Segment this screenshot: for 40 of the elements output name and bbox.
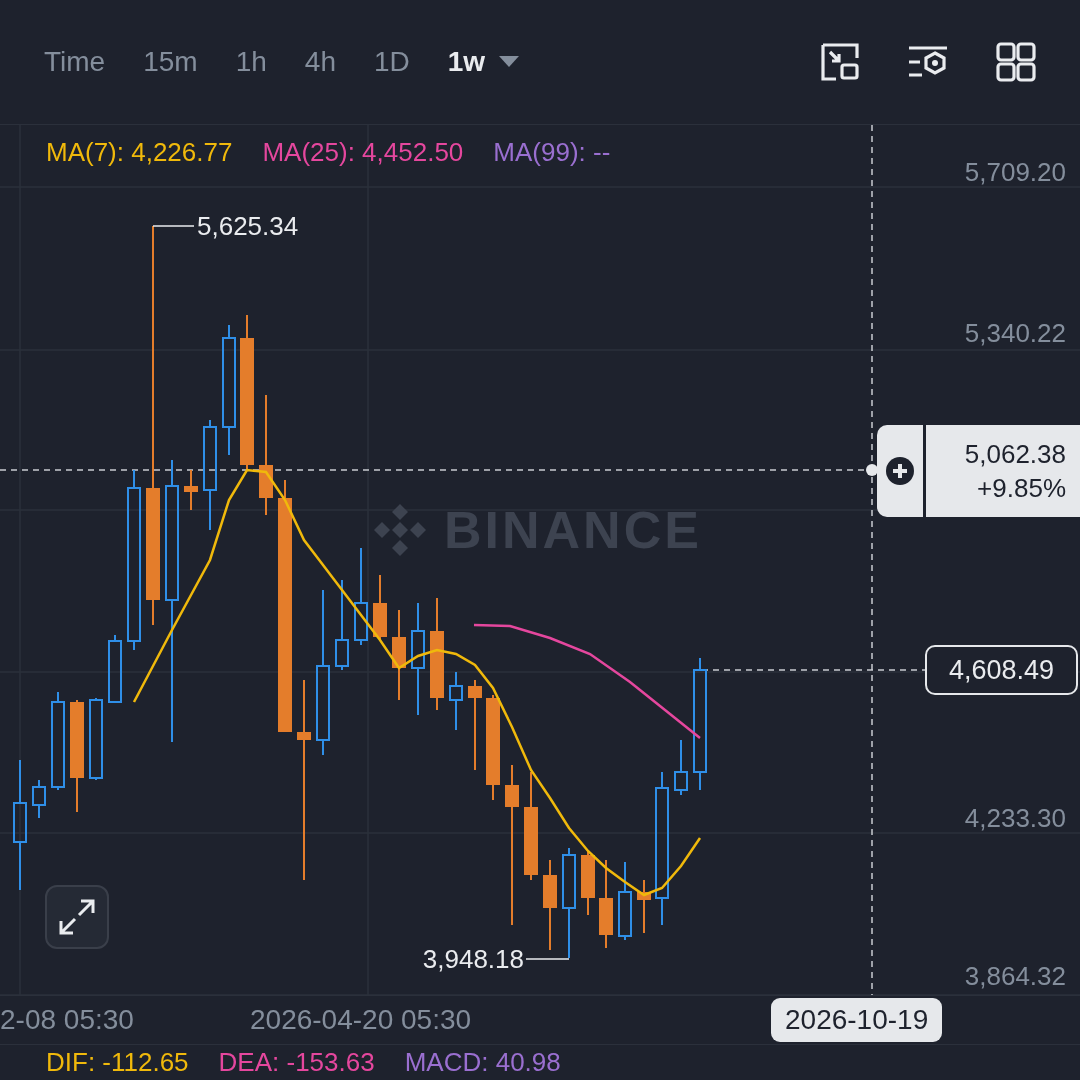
price-axis-label: 3,864.32 <box>964 960 1066 992</box>
price-axis-label: 4,233.30 <box>964 802 1066 834</box>
interval-tab[interactable]: 1w <box>447 46 520 78</box>
high-price-label: 5,625.34 <box>197 210 299 242</box>
leader-line <box>152 225 195 227</box>
macd-value: DEA: -153.63 <box>218 1047 375 1079</box>
macd-value: MACD: 40.98 <box>404 1047 561 1079</box>
fullscreen-button[interactable] <box>45 885 109 949</box>
add-alert-icon[interactable] <box>886 457 914 485</box>
crosshair-date-label: 2026-10-19 <box>771 998 943 1042</box>
interval-tab[interactable]: 1D <box>373 46 410 78</box>
interval-tab[interactable]: 15m <box>143 46 198 78</box>
candlestick <box>637 879 651 934</box>
price-axis-label: 5,340.22 <box>964 317 1066 349</box>
candlestick <box>674 739 688 796</box>
leader-line <box>525 958 570 960</box>
low-price-label: 3,948.18 <box>422 943 524 975</box>
candlestick <box>32 779 46 819</box>
candlestick <box>449 671 463 731</box>
candlestick <box>108 634 122 703</box>
time-axis-label: 2026-04-20 05:30 <box>250 1004 472 1036</box>
price-change-percent: +9.85% <box>977 472 1066 505</box>
interval-tab[interactable]: 4h <box>304 46 336 78</box>
candlestick <box>184 469 198 511</box>
caret-icon <box>499 56 520 68</box>
last-price-label: 4,608.49 <box>925 645 1078 695</box>
moving-average-value: MA(7): 4,226.77 <box>46 137 233 168</box>
expand-icon <box>57 897 97 937</box>
moving-average-value: MA(25): 4,452.50 <box>262 137 464 168</box>
macd-value: DIF: -112.65 <box>46 1047 189 1079</box>
time-axis-label: 2-08 05:30 <box>0 1004 134 1036</box>
moving-average-value: MA(99): -- <box>493 137 611 168</box>
candlestick <box>581 849 595 916</box>
crosshair-price: 5,062.38 <box>964 438 1066 471</box>
picture-in-picture-icon[interactable] <box>820 42 860 82</box>
interval-tab[interactable]: 1h <box>235 46 267 78</box>
interval-tab[interactable]: Time <box>44 46 106 78</box>
candlestick <box>373 574 387 641</box>
grid-layout-icon[interactable] <box>996 42 1036 82</box>
price-axis-label: 5,709.20 <box>964 156 1066 188</box>
